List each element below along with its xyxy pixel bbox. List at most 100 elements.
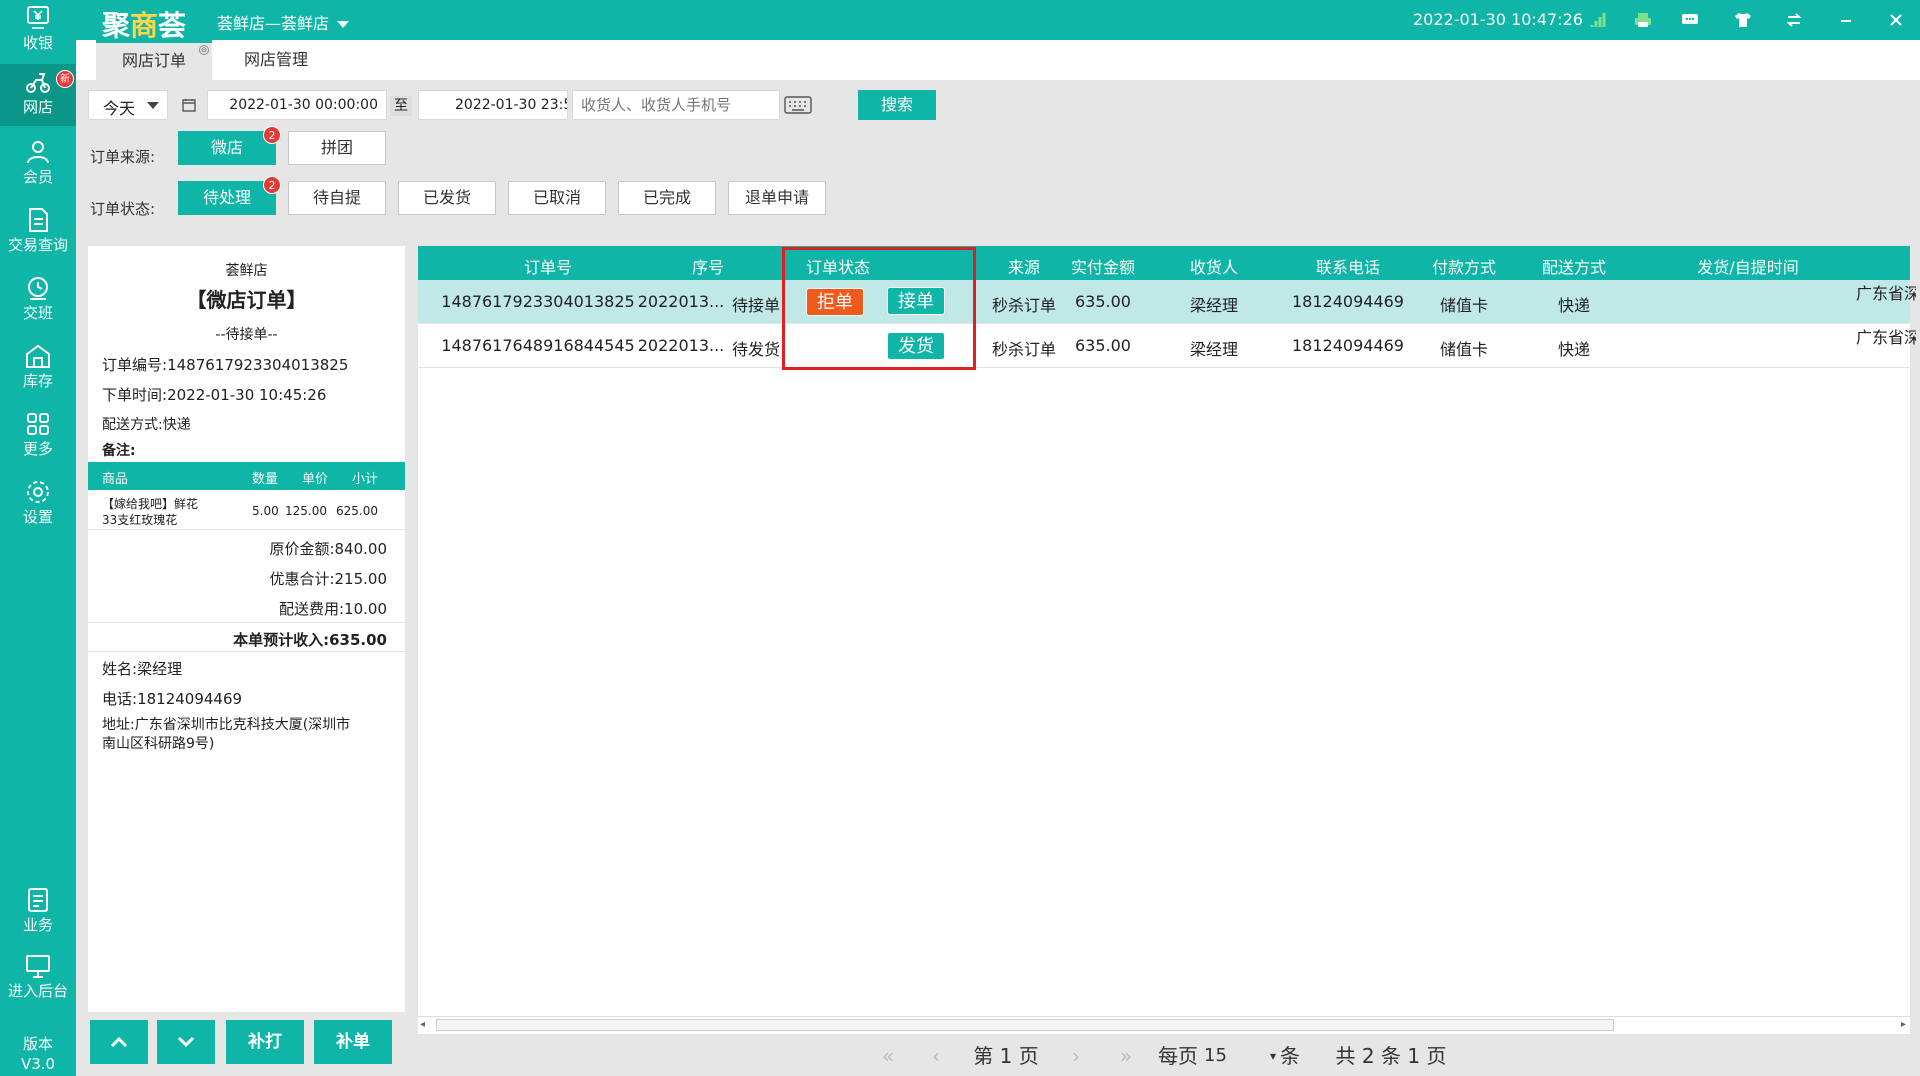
status-cancelled-button[interactable]: 已取消 xyxy=(508,181,606,215)
message-icon[interactable] xyxy=(1678,8,1702,32)
printer-icon[interactable] xyxy=(1631,8,1655,32)
per-page-select[interactable]: 15 xyxy=(1204,1042,1254,1070)
sidebar-item-shift[interactable]: 交班 xyxy=(0,270,76,332)
sidebar-item-label: 交易查询 xyxy=(7,236,68,254)
button-label: 已发货 xyxy=(422,188,471,207)
detail-order-no: 订单编号:1487617923304013825 xyxy=(102,354,348,375)
cell-source: 秒杀订单 xyxy=(992,340,1057,359)
date-from-field[interactable]: 2022-01-30 00:00:00 xyxy=(207,90,387,120)
scroll-down-button[interactable] xyxy=(157,1020,215,1064)
shipping-fee: 配送费用:10.00 xyxy=(279,598,387,619)
sidebar-item-member[interactable]: 会员 xyxy=(0,134,76,196)
field-value: 840.00 xyxy=(334,540,388,558)
wifi-icon xyxy=(1588,8,1612,32)
last-page-icon[interactable]: » xyxy=(1108,1042,1144,1070)
cell-phone: 18124094469 xyxy=(1292,292,1404,311)
goods-name: 【嫁给我吧】鲜花 33支红玫瑰花 xyxy=(102,496,198,528)
search-input[interactable] xyxy=(572,90,780,120)
source-weidian-button[interactable]: 微店 2 xyxy=(178,126,281,165)
close-icon[interactable] xyxy=(1884,8,1908,32)
cell-delivery: 快递 xyxy=(1557,296,1590,315)
scroll-up-button[interactable] xyxy=(90,1020,148,1064)
first-page-icon[interactable]: « xyxy=(870,1042,906,1070)
keyboard-icon[interactable] xyxy=(784,96,814,116)
sidebar-item-label: 交班 xyxy=(22,304,53,322)
scrollbar-thumb[interactable] xyxy=(436,1019,1614,1031)
store-name: 荟鲜店—荟鲜店 xyxy=(217,14,330,33)
caret-down-icon xyxy=(337,21,350,28)
per-page-label: 每页 xyxy=(1158,1044,1198,1068)
col-receiver: 收货人 xyxy=(1189,258,1238,277)
table-row[interactable]: 1487617648916844545 2022013... 待发货 发货 秒杀… xyxy=(418,324,1916,368)
status-refund-button[interactable]: 退单申请 xyxy=(728,181,826,215)
pager-text: 条 xyxy=(1381,1044,1401,1068)
date-to-field[interactable]: 2022-01-30 23:59 xyxy=(418,90,568,120)
sub-tabs: 网店订单 ⊙ 网店管理 xyxy=(76,40,1920,80)
tab-online-orders[interactable]: 网店订单 ⊙ xyxy=(96,40,213,80)
scooter-icon xyxy=(26,73,50,93)
scroll-left-icon[interactable]: ◂ xyxy=(420,1019,425,1030)
status-completed-button[interactable]: 已完成 xyxy=(618,181,716,215)
field-label: 配送方式: xyxy=(102,417,163,433)
button-label: 已取消 xyxy=(532,188,581,207)
next-page-icon[interactable]: › xyxy=(1058,1042,1094,1070)
sidebar-item-cashier[interactable]: 收银 xyxy=(0,0,76,62)
col-ship-time: 发货/自提时间 xyxy=(1697,258,1799,277)
field-label: 原价金额: xyxy=(269,540,335,558)
search-button[interactable]: 搜索 xyxy=(858,90,936,120)
count-badge: 2 xyxy=(263,176,281,194)
tab-label: 网店管理 xyxy=(244,50,309,69)
cashier-icon xyxy=(27,6,49,29)
pager-total-count: 2 xyxy=(1361,1044,1375,1068)
receiver-address: 地址:广东省深圳市比克科技大厦(深圳市 南山区科研路9号) xyxy=(102,716,350,754)
status-shipped-button[interactable]: 已发货 xyxy=(398,181,496,215)
col-phone: 联系电话 xyxy=(1315,258,1380,277)
sidebar-item-settings[interactable]: 设置 xyxy=(0,474,76,536)
col-source: 来源 xyxy=(1007,258,1040,277)
sidebar-item-label: 更多 xyxy=(22,440,53,458)
cell-phone: 18124094469 xyxy=(1292,336,1404,355)
status-label: 订单状态: xyxy=(90,200,156,218)
cell-order-no: 1487617648916844545 xyxy=(441,336,635,355)
reprint-button[interactable]: 补打 xyxy=(226,1020,304,1064)
store-selector[interactable]: 荟鲜店—荟鲜店 xyxy=(217,10,350,34)
detail-remark: 备注: xyxy=(102,443,136,459)
sidebar-item-business[interactable]: 业务 xyxy=(0,882,76,944)
detail-delivery: 配送方式:快递 xyxy=(102,414,191,434)
goods-subtotal: 625.00 xyxy=(336,504,378,518)
cell-seq: 2022013... xyxy=(637,336,725,355)
status-pending-button[interactable]: 待处理 2 xyxy=(178,176,281,215)
goods-table-header: 商品 数量 单价 小计 xyxy=(88,462,405,490)
cell-delivery: 快递 xyxy=(1557,340,1590,359)
col-payment: 付款方式 xyxy=(1431,258,1496,277)
minimize-icon[interactable] xyxy=(1834,8,1858,32)
monitor-icon xyxy=(26,955,50,978)
tab-label: 网店订单 xyxy=(122,51,187,70)
supplement-order-button[interactable]: 补单 xyxy=(314,1020,392,1064)
tab-store-management[interactable]: 网店管理 xyxy=(218,40,334,80)
switch-icon[interactable] xyxy=(1782,8,1806,32)
cell-order-no: 1487617923304013825 xyxy=(441,292,635,311)
datetime: 2022-01-30 10:47:26 xyxy=(1413,10,1583,29)
period-select[interactable]: 今天 xyxy=(88,90,168,120)
horizontal-scrollbar[interactable]: ◂ ▸ xyxy=(418,1016,1910,1034)
calendar-icon[interactable] xyxy=(176,90,204,120)
sidebar-item-transactions[interactable]: 交易查询 xyxy=(0,202,76,264)
pager-page-count: 1 xyxy=(1407,1044,1421,1068)
sidebar-item-inventory[interactable]: 库存 xyxy=(0,338,76,400)
goods-col-price: 单价 xyxy=(302,472,329,487)
warehouse-icon xyxy=(26,344,50,368)
source-group-buy-button[interactable]: 拼团 xyxy=(288,131,386,165)
col-amount: 实付金额 xyxy=(1070,258,1135,277)
table-row[interactable]: 1487617923304013825 2022013... 待接单 拒单 接单… xyxy=(418,280,1916,324)
cell-receiver: 梁经理 xyxy=(1189,340,1238,359)
field-label: 优惠合计: xyxy=(269,570,335,588)
button-label: 退单申请 xyxy=(744,188,809,207)
status-pickup-button[interactable]: 待自提 xyxy=(288,181,386,215)
shirt-icon[interactable] xyxy=(1731,8,1755,32)
sidebar-item-more[interactable]: 更多 xyxy=(0,406,76,468)
field-value: 快递 xyxy=(162,417,191,433)
scroll-right-icon[interactable]: ▸ xyxy=(1901,1019,1906,1030)
sidebar-item-backend[interactable]: 进入后台 xyxy=(0,948,76,1010)
prev-page-icon[interactable]: ‹ xyxy=(918,1042,954,1070)
